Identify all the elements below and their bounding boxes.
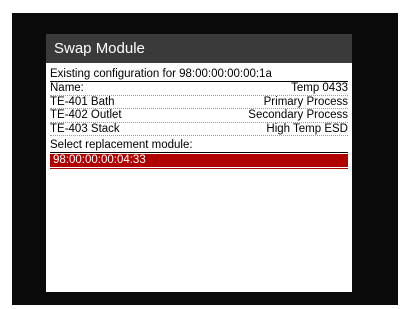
existing-config-heading: Existing configuration for 98:00:00:00:0… xyxy=(50,67,348,82)
dialog-body: Existing configuration for 98:00:00:00:0… xyxy=(46,67,352,168)
module-list-item[interactable]: 98:00:00:00:04:33 xyxy=(50,154,348,168)
config-row-name: Name: Temp 0433 xyxy=(50,82,348,96)
config-row-te403: TE-403 Stack High Temp ESD xyxy=(50,122,348,136)
config-row-te401: TE-401 Bath Primary Process xyxy=(50,95,348,109)
replacement-module-list: 98:00:00:00:04:33 xyxy=(50,154,348,168)
config-label: TE-403 Stack xyxy=(50,122,120,135)
config-value: Primary Process xyxy=(263,95,348,108)
config-value: High Temp ESD xyxy=(266,122,348,135)
swap-module-dialog: Swap Module Existing configuration for 9… xyxy=(46,34,352,292)
config-label: Name: xyxy=(50,82,84,94)
dialog-title: Swap Module xyxy=(46,34,352,63)
config-row-te402: TE-402 Outlet Secondary Process xyxy=(50,109,348,123)
replacement-heading: Select replacement module: xyxy=(50,138,348,153)
config-label: TE-401 Bath xyxy=(50,95,115,108)
device-frame: Swap Module Existing configuration for 9… xyxy=(12,13,398,305)
config-value: Secondary Process xyxy=(248,109,348,121)
config-label: TE-402 Outlet xyxy=(50,109,122,121)
config-value: Temp 0433 xyxy=(291,82,348,94)
